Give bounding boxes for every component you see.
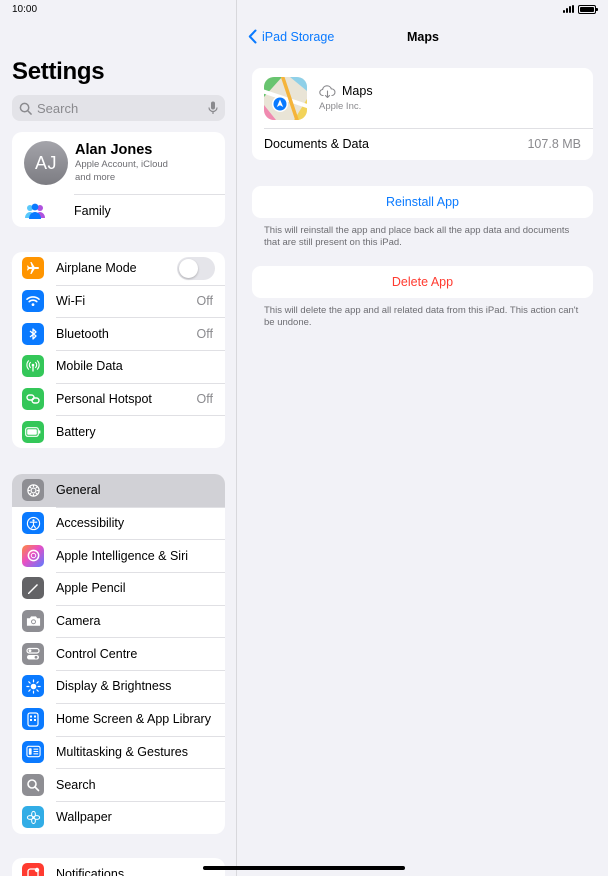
accessibility-icon xyxy=(22,512,44,535)
reinstall-app-button[interactable]: Reinstall App xyxy=(252,186,593,218)
airplane-icon xyxy=(22,257,44,280)
family-label: Family xyxy=(74,203,111,218)
camera-icon xyxy=(22,610,44,633)
sidebar-item-apple-pencil[interactable]: Apple Pencil xyxy=(12,572,225,605)
notifications-group: Notifications xyxy=(12,858,225,876)
status-icons xyxy=(563,4,598,14)
microphone-icon[interactable] xyxy=(208,101,218,115)
magnifier-icon xyxy=(22,773,44,796)
page-title: Maps xyxy=(407,30,439,44)
profile-row[interactable]: AJ Alan Jones Apple Account, iCloud and … xyxy=(12,132,225,194)
switches-icon xyxy=(22,642,44,665)
sidebar-title: Settings xyxy=(12,58,105,85)
delete-note: This will delete the app and all related… xyxy=(264,305,579,328)
sidebar-item-label: Battery xyxy=(56,424,96,439)
app-name: Maps xyxy=(342,84,373,98)
sidebar-item-label: Notifications xyxy=(56,867,125,876)
app-info-card: Maps Apple Inc. Documents & Data 107.8 M… xyxy=(252,68,593,160)
documents-value: 107.8 MB xyxy=(527,137,581,151)
sidebar-item-label: Wallpaper xyxy=(56,810,112,825)
profile-subtitle: Apple Account, iCloud and more xyxy=(75,159,168,183)
bluetooth-status-value: Off xyxy=(196,326,213,341)
sidebar-item-label: Accessibility xyxy=(56,516,125,531)
battery-status-icon xyxy=(578,4,598,14)
hotspot-status-value: Off xyxy=(196,392,213,407)
search-icon xyxy=(19,102,32,115)
bluetooth-icon xyxy=(22,322,44,345)
sidebar-item-label: Apple Pencil xyxy=(56,581,126,596)
sidebar-item-multitasking[interactable]: Multitasking & Gestures xyxy=(12,735,225,769)
sidebar-item-wifi[interactable]: Wi-Fi Off xyxy=(12,284,225,318)
profile-name: Alan Jones xyxy=(75,142,153,158)
reinstall-note: This will reinstall the app and place ba… xyxy=(264,225,570,248)
sidebar-item-label: Wi-Fi xyxy=(56,294,86,309)
sidebar-item-label: Display & Brightness xyxy=(56,679,172,694)
sidebar-item-mobile-data[interactable]: Mobile Data xyxy=(12,350,225,383)
gear-icon xyxy=(22,479,44,502)
cloud-download-icon[interactable] xyxy=(319,84,336,98)
cellular-signal-icon xyxy=(563,5,574,13)
sidebar-item-home-screen[interactable]: Home Screen & App Library xyxy=(12,702,225,736)
sidebar-item-personal-hotspot[interactable]: Personal Hotspot Off xyxy=(12,382,225,416)
multitasking-icon xyxy=(22,740,44,763)
sidebar-item-label: Mobile Data xyxy=(56,359,123,374)
connectivity-group: Airplane Mode Wi-Fi Off Bluetooth Off Mo… xyxy=(12,252,225,449)
delete-card: Delete App xyxy=(252,266,593,298)
documents-data-row: Documents & Data 107.8 MB xyxy=(252,128,593,160)
status-time: 10:00 xyxy=(12,3,38,15)
sidebar-item-display-brightness[interactable]: Display & Brightness xyxy=(12,670,225,703)
detail-pane: iPad Storage Maps Maps Apple Inc. Docume… xyxy=(238,0,608,876)
account-group: AJ Alan Jones Apple Account, iCloud and … xyxy=(12,132,225,227)
sidebar-item-label: Apple Intelligence & Siri xyxy=(56,548,189,563)
search-placeholder: Search xyxy=(37,100,79,116)
wifi-status-value: Off xyxy=(196,294,213,309)
sidebar-item-battery[interactable]: Battery xyxy=(12,415,225,448)
airplane-mode-toggle[interactable] xyxy=(177,256,215,280)
settings-sidebar: Settings Search AJ Alan Jones Apple Acco… xyxy=(0,0,237,876)
home-screen-icon xyxy=(22,708,44,731)
avatar: AJ xyxy=(24,141,68,185)
sidebar-item-general[interactable]: General xyxy=(12,474,225,507)
sidebar-item-airplane-mode[interactable]: Airplane Mode xyxy=(12,252,225,285)
hotspot-icon xyxy=(22,388,44,411)
sidebar-item-apple-intelligence-siri[interactable]: Apple Intelligence & Siri xyxy=(12,539,225,572)
flower-icon xyxy=(22,806,44,829)
siri-icon xyxy=(22,544,44,567)
documents-label: Documents & Data xyxy=(264,137,369,151)
sidebar-item-label: Bluetooth xyxy=(56,326,109,341)
search-field[interactable]: Search xyxy=(12,95,225,121)
delete-app-button[interactable]: Delete App xyxy=(252,266,593,298)
sidebar-item-bluetooth[interactable]: Bluetooth Off xyxy=(12,317,225,350)
sidebar-item-search[interactable]: Search xyxy=(12,768,225,801)
sidebar-item-wallpaper[interactable]: Wallpaper xyxy=(12,800,225,834)
battery-icon xyxy=(22,420,44,443)
sidebar-item-label: Multitasking & Gestures xyxy=(56,744,188,759)
maps-app-icon xyxy=(264,76,307,120)
sidebar-item-control-centre[interactable]: Control Centre xyxy=(12,637,225,670)
sidebar-item-label: General xyxy=(56,483,101,498)
general-group: General Accessibility Apple Intelligence… xyxy=(12,474,225,834)
family-row[interactable]: Family xyxy=(12,194,225,227)
sidebar-item-label: Search xyxy=(56,777,96,792)
status-bar: 10:00 xyxy=(0,0,608,18)
sidebar-item-label: Camera xyxy=(56,614,101,629)
sidebar-item-label: Personal Hotspot xyxy=(56,392,152,407)
family-icon xyxy=(25,203,45,219)
notifications-icon xyxy=(22,863,44,876)
app-info-row: Maps Apple Inc. xyxy=(252,68,593,128)
sun-icon xyxy=(22,675,44,698)
sidebar-item-label: Home Screen & App Library xyxy=(56,712,211,727)
sidebar-item-camera[interactable]: Camera xyxy=(12,604,225,638)
wifi-icon xyxy=(22,290,44,313)
home-indicator[interactable] xyxy=(203,866,405,870)
sidebar-item-accessibility[interactable]: Accessibility xyxy=(12,506,225,540)
sidebar-item-notifications[interactable]: Notifications xyxy=(12,858,225,876)
sidebar-item-label: Airplane Mode xyxy=(56,261,137,276)
sidebar-item-label: Control Centre xyxy=(56,646,138,661)
reinstall-card: Reinstall App xyxy=(252,186,593,218)
antenna-icon xyxy=(22,355,44,378)
app-developer: Apple Inc. xyxy=(319,101,362,112)
pencil-icon xyxy=(22,577,44,600)
